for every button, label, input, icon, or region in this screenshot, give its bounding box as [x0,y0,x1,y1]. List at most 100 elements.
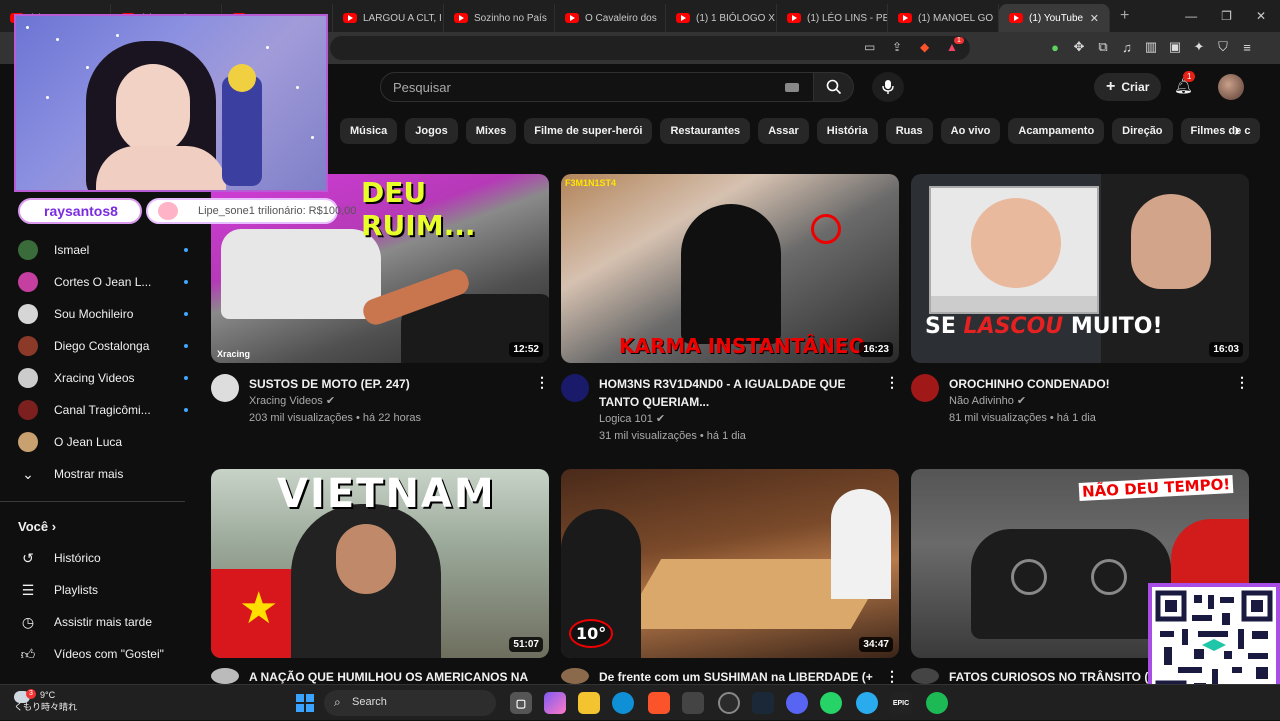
filter-chip[interactable]: Ruas [885,118,933,144]
sidebar-subscription[interactable]: O Jean Luca [18,426,188,458]
filter-chip[interactable]: Assar [758,118,809,144]
task-view-icon[interactable]: ▢ [510,692,532,714]
filter-chip[interactable]: Mixes [465,118,517,144]
search-input[interactable]: Pesquisar [380,72,814,102]
channel-name[interactable]: Logica 101 ✔ [599,412,665,425]
sidebar-subscription[interactable]: Sou Mochileiro [18,298,188,330]
chevron-right-icon[interactable]: › [1234,120,1240,141]
browser-tab[interactable]: Sozinho no País [444,4,555,32]
channel-name[interactable]: Não Adivinho ✔ [949,394,1026,407]
sidebar-subscription[interactable]: Ismael [18,234,188,266]
video-thumbnail[interactable]: ★ VIETNAM 51:07 [211,469,549,658]
more-options-icon[interactable]: ⋮ [885,668,899,685]
windows-start-icon[interactable] [296,694,314,712]
you-section-header[interactable]: Você › [18,519,56,534]
taskbar-search[interactable]: ⌕ Search [324,690,496,716]
filter-chip[interactable]: Música [340,118,398,144]
channel-name[interactable]: Xracing Videos ✔ [249,394,335,407]
filter-chip[interactable]: Direção [1112,118,1173,144]
filter-chip[interactable]: Jogos [405,118,458,144]
browser-tab[interactable]: (1) LÉO LINS - PE [777,4,888,32]
youtube-favicon-icon [1009,13,1023,23]
more-options-icon[interactable]: ⋮ [1235,374,1249,391]
filter-chip[interactable]: Restaurantes [660,118,751,144]
more-options-icon[interactable]: ⋮ [535,374,549,391]
wallet-icon[interactable]: ▣ [1168,39,1182,54]
channel-avatar[interactable] [561,668,589,684]
file-explorer-icon[interactable] [578,692,600,714]
sidebar-you-item[interactable]: ◷ Assistir mais tarde [18,606,188,638]
sidebar-subscription[interactable]: Diego Costalonga [18,330,188,362]
channel-avatar[interactable] [911,668,939,684]
new-tab-button[interactable]: + [1110,7,1139,25]
sidebar-toggle-icon[interactable]: ▥ [1144,39,1158,54]
green-dot-icon[interactable]: ● [1048,40,1062,55]
epic-games-icon[interactable]: EPIC [890,692,912,714]
notifications-button[interactable]: 🔔︎ 1 [1174,71,1196,95]
account-avatar[interactable] [1218,74,1244,100]
save-page-icon[interactable]: ⧉ [1096,39,1110,54]
filter-chip[interactable]: História [816,118,878,144]
telegram-icon[interactable] [856,692,878,714]
restore-icon[interactable]: ❐ [1221,9,1232,23]
video-title[interactable]: HOM3NS R3V1D4ND0 - A IGUALDADE QUE TANTO… [599,375,879,411]
sidebar-item-label: Histórico [54,551,101,565]
browser-tab[interactable]: LARGOU A CLT, I [333,4,444,32]
channel-avatar[interactable] [561,374,589,402]
video-stats: 203 mil visualizações • há 22 horas [249,412,421,424]
vpn-shield-icon[interactable]: ⛉ [1216,39,1230,54]
sidebar-you-item[interactable]: 👍︎ Vídeos com "Gostei" [18,638,188,670]
keyboard-icon[interactable] [785,83,799,92]
cast-icon[interactable]: ▭ [864,40,875,54]
search-button[interactable] [814,72,854,102]
steam-icon[interactable] [752,692,774,714]
video-title[interactable]: OROCHINHO CONDENADO! [949,375,1229,393]
channel-avatar[interactable] [911,374,939,402]
filter-chip[interactable]: Filme de super-herói [524,118,653,144]
filter-chip[interactable]: Ao vivo [940,118,1001,144]
voice-search-button[interactable] [872,72,904,102]
copilot-icon[interactable] [544,692,566,714]
channel-avatar[interactable] [211,374,239,402]
video-thumbnail[interactable]: 10° 34:47 [561,469,899,658]
minimize-icon[interactable]: — [1185,9,1197,23]
obs-icon[interactable] [718,692,740,714]
share-icon[interactable]: ⇪ [892,40,902,54]
puzzle-icon[interactable]: ✥ [1072,39,1086,54]
new-content-dot [184,248,188,252]
close-window-icon[interactable]: ✕ [1256,9,1266,23]
brave-icon[interactable] [648,692,670,714]
browser-tab[interactable]: (1) YouTube ✕ [999,4,1110,32]
menu-icon[interactable]: ≡ [1240,40,1254,55]
sidebar-subscription[interactable]: Canal Tragicômi... [18,394,188,426]
music-icon[interactable]: ♫ [1120,40,1134,55]
discord-icon[interactable] [786,692,808,714]
rewards-badge: 1 [954,37,964,44]
sidebar-you-item[interactable]: ↺ Histórico [18,542,188,574]
filter-chip[interactable]: Filmes de c [1180,118,1261,144]
create-button[interactable]: + Criar [1094,73,1162,101]
edge-icon[interactable] [612,692,634,714]
store-icon[interactable] [682,692,704,714]
brave-shield-icon[interactable]: ◆ [920,40,929,54]
filter-chip[interactable]: Acampamento [1008,118,1105,144]
whatsapp-icon[interactable] [820,692,842,714]
more-options-icon[interactable]: ⋮ [885,374,899,391]
video-thumbnail[interactable]: F3M1N1ST4 KARMA INSTANTÂNEO 16:23 [561,174,899,363]
sidebar-subscription[interactable]: Cortes O Jean L... [18,266,188,298]
spotify-icon[interactable] [926,692,948,714]
browser-tab[interactable]: (1) MANOEL GO [888,4,999,32]
weather-widget[interactable]: 3 9°C くもり時々晴れ [14,689,77,713]
ai-sparkle-icon[interactable]: ✦ [1192,39,1206,54]
show-more-button[interactable]: ⌄ Mostrar mais [18,458,188,490]
browser-tab[interactable]: O Cavaleiro dos [555,4,666,32]
sidebar-you-item[interactable]: ☰ Playlists [18,574,188,606]
video-thumbnail[interactable]: SE LASCOU MUITO! 16:03 [911,174,1249,363]
browser-tab[interactable]: (1) 1 BIÓLOGO X [666,4,777,32]
verified-icon: ✔ [325,395,336,407]
video-meta: SUSTOS DE MOTO (EP. 247) Xracing Videos … [211,374,549,434]
video-title[interactable]: SUSTOS DE MOTO (EP. 247) [249,375,529,393]
close-tab-icon[interactable]: ✕ [1090,12,1099,25]
channel-avatar[interactable] [211,668,239,684]
sidebar-subscription[interactable]: Xracing Videos [18,362,188,394]
